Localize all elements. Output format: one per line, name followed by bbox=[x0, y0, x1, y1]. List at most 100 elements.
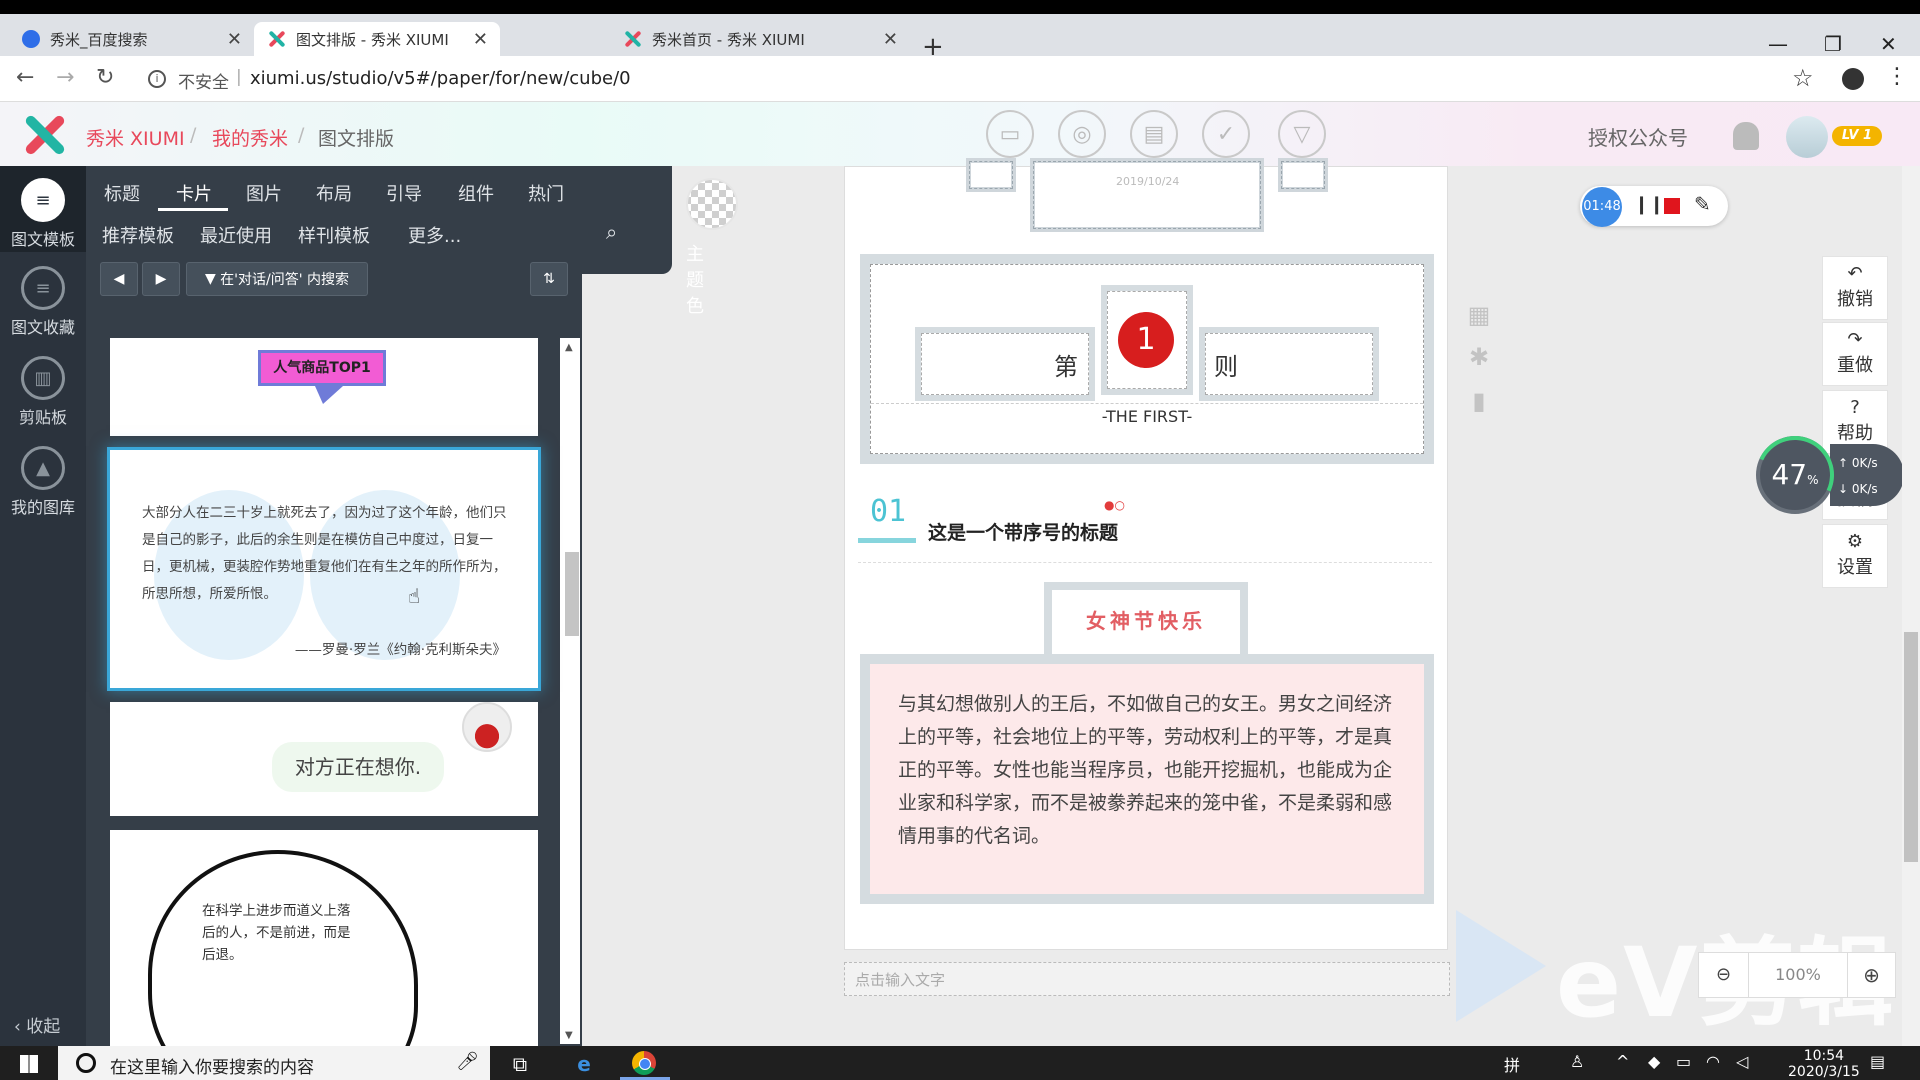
sort-button[interactable]: ⇅ bbox=[530, 262, 568, 296]
ime-icon[interactable]: 拼 bbox=[1504, 1052, 1520, 1076]
scroll-up-icon[interactable]: ▲ bbox=[565, 342, 573, 353]
section-title[interactable]: 这是一个带序号的标题 bbox=[928, 518, 1118, 545]
template-card-thought[interactable]: 在科学上进步而道义上落后的人，不是前进，而是后退。 bbox=[110, 830, 538, 1046]
frame-box[interactable] bbox=[1030, 158, 1264, 232]
active-tab-indicator bbox=[158, 208, 228, 211]
paragraph-text[interactable]: 与其幻想做别人的王后，不如做自己的女王。男女之间经济上的平等，社会地位上的平等，… bbox=[870, 664, 1424, 894]
bookmark-star-icon[interactable]: ☆ bbox=[1792, 64, 1814, 92]
subtab-sample[interactable]: 样刊模板 bbox=[298, 222, 370, 248]
subtab-recent[interactable]: 最近使用 bbox=[200, 222, 272, 248]
tab-card[interactable]: 卡片 bbox=[176, 180, 212, 206]
browser-menu-icon[interactable]: ⋮ bbox=[1886, 64, 1908, 89]
stop-icon[interactable] bbox=[1664, 198, 1680, 214]
scroll-down-icon[interactable]: ▼ bbox=[565, 1030, 573, 1041]
panel-scrollbar-thumb[interactable] bbox=[565, 552, 579, 636]
template-card-chat[interactable]: 对方正在想你. bbox=[110, 702, 538, 816]
snowflake-icon[interactable]: ✱ bbox=[1466, 344, 1492, 370]
document-icon[interactable]: ▤ bbox=[1130, 110, 1178, 158]
theme-color-swatch[interactable] bbox=[686, 178, 738, 230]
wifi-icon[interactable]: ◠ bbox=[1706, 1052, 1720, 1071]
zoom-in-button[interactable]: ⊕ bbox=[1847, 953, 1895, 997]
bell-icon[interactable] bbox=[1733, 122, 1759, 150]
sidebar-item-label: 我的图库 bbox=[10, 498, 75, 517]
redo-button[interactable]: ↷ 重做 bbox=[1822, 322, 1888, 386]
tab-guide[interactable]: 引导 bbox=[386, 180, 422, 206]
pause-icon[interactable]: ❙❙ bbox=[1634, 194, 1664, 215]
sidebar-item-clipboard[interactable]: ▥ 剪贴板 bbox=[0, 356, 86, 428]
site-info-icon[interactable]: i bbox=[148, 70, 166, 88]
settings-button[interactable]: ⚙ 设置 bbox=[1822, 524, 1888, 588]
app-tray-icon[interactable]: ◆ bbox=[1648, 1052, 1660, 1071]
grid-icon[interactable]: ▦ bbox=[1466, 302, 1492, 328]
tray-expand-icon[interactable]: ^ bbox=[1616, 1052, 1629, 1071]
tab-close-icon[interactable]: ✕ bbox=[473, 29, 488, 50]
pen-icon[interactable]: ✎ bbox=[1694, 192, 1711, 216]
task-view-icon[interactable]: ⧉ bbox=[506, 1051, 534, 1077]
edge-icon[interactable]: e bbox=[570, 1051, 598, 1077]
avatar[interactable] bbox=[1786, 116, 1828, 158]
panel-scrollbar[interactable] bbox=[560, 338, 580, 1044]
close-window-button[interactable]: ✕ bbox=[1880, 32, 1897, 56]
tab-close-icon[interactable]: ✕ bbox=[227, 29, 242, 50]
xiumi-logo[interactable] bbox=[20, 112, 68, 158]
breadcrumb-my-xiumi[interactable]: 我的秀米 bbox=[212, 124, 288, 151]
holiday-tag-box[interactable]: 女神节快乐 bbox=[1044, 582, 1248, 662]
triangle-down-icon[interactable]: ▽ bbox=[1278, 110, 1326, 158]
paragraph-box[interactable]: 与其幻想做别人的王后，不如做自己的女王。男女之间经济上的平等，社会地位上的平等，… bbox=[860, 654, 1434, 904]
holiday-tag: 女神节快乐 bbox=[1052, 590, 1240, 654]
template-card-product-bubble[interactable]: 人气商品TOP1 bbox=[110, 338, 538, 436]
check-icon[interactable]: ✓ bbox=[1202, 110, 1250, 158]
tab-layout[interactable]: 布局 bbox=[316, 180, 352, 206]
profile-icon[interactable] bbox=[1842, 68, 1864, 90]
search-icon[interactable]: ⌕ bbox=[606, 220, 617, 244]
breadcrumb-home[interactable]: 秀米 XIUMI bbox=[86, 124, 185, 151]
frame-box[interactable] bbox=[1278, 158, 1328, 192]
minimize-button[interactable]: — bbox=[1768, 32, 1788, 56]
browser-tab-xiumi-home[interactable]: 秀米首页 - 秀米 XIUMI ✕ bbox=[610, 22, 910, 56]
theme-color-label[interactable]: 主题色 bbox=[686, 240, 704, 318]
authorize-account-link[interactable]: 授权公众号 bbox=[1588, 122, 1688, 151]
sidebar-item-favorites[interactable]: ≡ 图文收藏 bbox=[0, 266, 86, 338]
battery-icon[interactable]: ▭ bbox=[1676, 1052, 1691, 1071]
text-input-placeholder[interactable]: 点击输入文字 bbox=[844, 962, 1450, 996]
people-icon[interactable]: ♙ bbox=[1570, 1052, 1584, 1071]
subtab-recommended[interactable]: 推荐模板 bbox=[102, 222, 174, 248]
zoom-level[interactable]: 100% bbox=[1751, 953, 1845, 997]
taskbar-clock[interactable]: 10:54 2020/3/15 bbox=[1788, 1048, 1860, 1080]
folder-icon[interactable]: ▭ bbox=[986, 110, 1034, 158]
browser-tab-xiumi-editor[interactable]: 图文排版 - 秀米 XIUMI ✕ bbox=[254, 22, 500, 56]
prev-page-button[interactable]: ◀ bbox=[100, 262, 138, 296]
tab-close-icon[interactable]: ✕ bbox=[883, 29, 898, 50]
zoom-out-button[interactable]: ⊖ bbox=[1699, 953, 1749, 997]
forward-button[interactable]: → bbox=[56, 65, 74, 90]
bar-chart-icon[interactable]: ▮ bbox=[1466, 388, 1492, 414]
back-button[interactable]: ← bbox=[16, 65, 34, 90]
chrome-icon[interactable] bbox=[632, 1051, 656, 1075]
tab-title-style[interactable]: 标题 bbox=[104, 180, 140, 206]
tab-hot[interactable]: 热门 bbox=[528, 180, 564, 206]
subtab-more[interactable]: 更多... bbox=[408, 222, 461, 248]
frame-box[interactable] bbox=[966, 158, 1016, 192]
collapse-sidebar-button[interactable]: ‹ 收起 bbox=[14, 1012, 60, 1037]
camera-icon[interactable]: ◎ bbox=[1058, 110, 1106, 158]
page-scrollbar[interactable] bbox=[1902, 166, 1920, 1046]
taskbar-search[interactable]: 在这里输入你要搜索的内容 🎤︎ bbox=[58, 1046, 490, 1080]
windows-start-icon[interactable] bbox=[20, 1055, 38, 1073]
sidebar-item-templates[interactable]: ≡ 图文模板 bbox=[0, 166, 86, 252]
restore-button[interactable]: ❐ bbox=[1824, 32, 1842, 56]
microphone-icon[interactable]: 🎤︎ bbox=[456, 1051, 479, 1072]
undo-button[interactable]: ↶ 撤销 bbox=[1822, 256, 1888, 320]
tab-component[interactable]: 组件 bbox=[458, 180, 494, 206]
address-bar: ← → ↻ i 不安全 | xiumi.us/studio/v5#/paper/… bbox=[0, 56, 1920, 102]
next-page-button[interactable]: ▶ bbox=[142, 262, 180, 296]
page-scrollbar-thumb[interactable] bbox=[1904, 632, 1918, 862]
filter-search-button[interactable]: ▼ 在'对话/问答' 内搜索 bbox=[186, 262, 368, 296]
reload-button[interactable]: ↻ bbox=[96, 65, 114, 90]
sidebar-item-image-library[interactable]: ▲ 我的图库 bbox=[0, 446, 86, 518]
volume-icon[interactable]: ◁ bbox=[1736, 1052, 1748, 1071]
browser-tab-baidu[interactable]: 秀米_百度搜索 ✕ bbox=[8, 22, 254, 56]
notification-icon[interactable]: ▤ bbox=[1870, 1052, 1885, 1071]
url-field[interactable]: xiumi.us/studio/v5#/paper/for/new/cube/0 bbox=[250, 68, 631, 89]
template-card-quote[interactable]: 大部分人在二三十岁上就死去了，因为过了这个年龄，他们只是自己的影子，此后的余生则… bbox=[110, 450, 538, 688]
tab-image[interactable]: 图片 bbox=[246, 180, 282, 206]
